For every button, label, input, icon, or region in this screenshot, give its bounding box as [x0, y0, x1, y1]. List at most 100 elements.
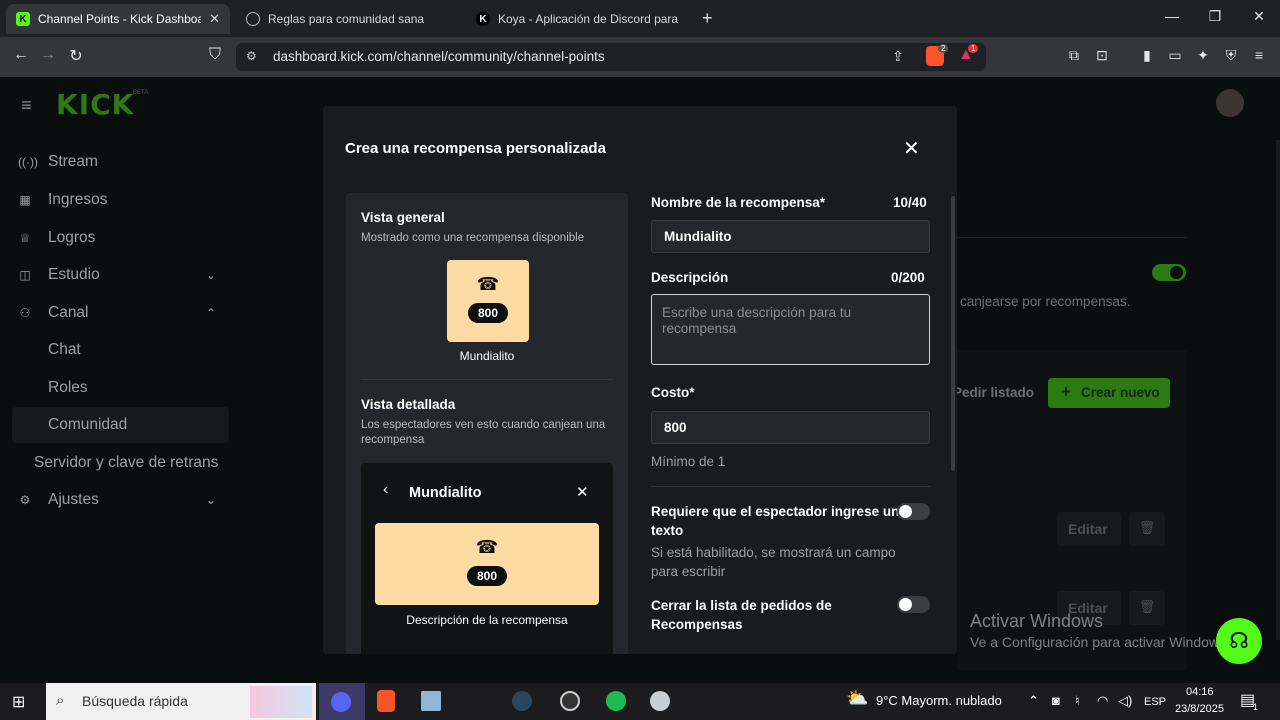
spotify-icon[interactable]	[606, 691, 626, 711]
close-list-label: Cerrar la lista de pedidos de Recompensa…	[651, 598, 832, 632]
brave-taskbar-icon[interactable]	[377, 690, 395, 712]
wifi-icon[interactable]: ◠	[1097, 693, 1108, 709]
request-list-button[interactable]: Pedir listado	[953, 385, 1034, 400]
leo-ai-icon[interactable]: ✦	[1193, 47, 1213, 67]
divider	[651, 486, 930, 487]
plus-icon: +	[1061, 382, 1071, 401]
close-tab-icon[interactable]: ✕	[209, 11, 220, 27]
telephone-icon: ☎	[476, 274, 500, 294]
hamburger-menu-icon[interactable]: ≡	[21, 95, 32, 116]
minimize-button[interactable]: —	[1162, 8, 1182, 24]
clock-time[interactable]: 04:16	[1186, 686, 1214, 698]
camera-icon[interactable]: ◙	[1052, 693, 1060, 708]
close-icon[interactable]: ✕	[903, 136, 920, 161]
app-taskbar-icon[interactable]	[421, 691, 441, 711]
users-icon: ⚇	[19, 306, 31, 320]
description-textarea[interactable]: Escribe una descripción para tu recompen…	[651, 294, 930, 365]
obs-icon[interactable]	[560, 691, 580, 711]
create-new-label: Crear nuevo	[1081, 385, 1160, 400]
trash-icon[interactable]: 🗑	[1129, 591, 1165, 625]
reload-button[interactable]: ↻	[66, 46, 86, 66]
url-text[interactable]: dashboard.kick.com/channel/community/cha…	[273, 49, 605, 64]
trash-icon[interactable]: 🗑	[1129, 512, 1165, 546]
reward-name-input[interactable]: Mundialito	[651, 220, 930, 253]
microphone-icon[interactable]: ♮	[1075, 693, 1080, 709]
sidebar-item-servidor[interactable]: Servidor y clave de retrans	[34, 454, 218, 472]
sidebar-item-estudio[interactable]: ◫ Estudio	[18, 266, 100, 284]
tab-label: Reglas para comunidad sana	[268, 12, 425, 26]
sidebar-item-ingresos[interactable]: ▦ Ingresos	[18, 191, 107, 209]
page-scrollbar[interactable]	[1276, 140, 1280, 640]
support-chat-icon[interactable]: ☊	[1216, 618, 1262, 664]
kick-favicon-icon: K	[16, 12, 30, 26]
weather-text[interactable]: 9°C Mayorm. nublado	[876, 693, 1002, 708]
beta-label: BETA	[133, 90, 149, 96]
sidebar-item-label: Estudio	[48, 266, 100, 283]
chevron-down-icon[interactable]: ⌄	[206, 268, 216, 282]
tab-label: Koya - Aplicación de Discord para la c	[498, 12, 680, 26]
new-tab-button[interactable]: +	[702, 8, 713, 29]
share-icon[interactable]: ⇪	[892, 48, 904, 65]
trophy-icon: ♕	[19, 231, 31, 245]
clock-date[interactable]: 23/8/2025	[1175, 703, 1224, 715]
app-icon[interactable]	[650, 691, 670, 711]
chevron-up-icon[interactable]: ⌃	[206, 306, 216, 320]
sidebar-item-logros[interactable]: ♕ Logros	[18, 229, 96, 247]
chevron-up-icon[interactable]: ⌃	[1028, 693, 1039, 709]
back-button[interactable]: ←	[11, 46, 31, 64]
notification-count: 1	[1253, 702, 1259, 712]
modal-title: Crea una recompensa personalizada	[345, 140, 606, 157]
detail-header: Mundialito	[409, 485, 482, 501]
vpn-icon[interactable]: ⛨	[1221, 47, 1241, 67]
kick-logo[interactable]: KICK	[56, 88, 134, 121]
sidebar-item-chat[interactable]: Chat	[48, 341, 81, 359]
volume-icon[interactable]: ◁)	[1118, 693, 1132, 709]
require-text-label: Requiere que el espectador ingrese un te…	[651, 504, 900, 538]
language-indicator[interactable]: ESP	[1144, 696, 1166, 708]
telephone-icon: ☎	[475, 537, 499, 557]
koya-favicon-icon: K	[476, 12, 490, 26]
gear-icon: ⚙	[19, 493, 31, 507]
sidebar-item-comunidad[interactable]: Comunidad	[48, 416, 127, 434]
screenshot-icon[interactable]: ⊡	[1092, 47, 1112, 67]
extensions-icon[interactable]: ⧉	[1064, 47, 1084, 67]
globe-icon	[246, 12, 260, 26]
maximize-button[interactable]: ❐	[1205, 8, 1225, 25]
require-text-toggle[interactable]	[897, 503, 930, 520]
tab-channel-points[interactable]: K Channel Points - Kick Dashboard ✕	[6, 4, 230, 34]
sidebar-item-label: Ingresos	[48, 191, 108, 208]
broadcast-icon: ((·))	[18, 155, 38, 169]
sidebar-item-stream[interactable]: ((·)) Stream	[18, 153, 98, 171]
close-list-toggle[interactable]	[897, 596, 930, 613]
detail-title: Vista detallada	[361, 397, 456, 412]
studio-icon: ◫	[19, 268, 31, 282]
windows-start-icon[interactable]: ⊞	[12, 692, 25, 712]
sidebar-item-canal[interactable]: ⚇ Canal	[18, 304, 89, 322]
avatar[interactable]	[1216, 89, 1244, 117]
forward-button[interactable]: →	[38, 46, 58, 64]
site-info-icon[interactable]: ⚙	[246, 49, 257, 63]
sidebar-item-ajustes[interactable]: ⚙ Ajustes	[18, 491, 99, 509]
close-window-button[interactable]: ✕	[1249, 8, 1269, 25]
sidebar-item-label: Canal	[48, 304, 89, 321]
tab-reglas[interactable]: Reglas para comunidad sana	[236, 4, 460, 34]
chevron-down-icon[interactable]: ⌄	[206, 493, 216, 507]
sidebar-item-label: Ajustes	[48, 491, 99, 508]
menu-icon[interactable]: ≡	[1249, 47, 1269, 67]
wallet-icon[interactable]: ▭	[1165, 47, 1185, 67]
cost-input[interactable]: 800	[651, 411, 930, 444]
reward-card-large: ☎ 800	[375, 523, 599, 605]
modal-scrollbar[interactable]	[951, 196, 955, 471]
discord-icon	[331, 692, 351, 712]
sidebar-icon[interactable]: ▮	[1137, 47, 1157, 67]
tab-koya[interactable]: K Koya - Aplicación de Discord para la c	[466, 4, 690, 34]
bookmark-icon[interactable]: ⛉	[205, 46, 225, 64]
reward-name-label: Nombre de la recompensa*	[651, 195, 826, 210]
preview-panel: Vista general Mostrado como una recompen…	[346, 193, 628, 654]
steam-icon[interactable]	[512, 691, 532, 711]
sidebar-item-roles[interactable]: Roles	[48, 379, 88, 397]
search-placeholder: Búsqueda rápida	[82, 693, 188, 709]
overview-title: Vista general	[361, 210, 445, 225]
sidebar-item-label: Logros	[48, 229, 96, 246]
detail-description: Descripción de la recompensa	[406, 613, 568, 627]
